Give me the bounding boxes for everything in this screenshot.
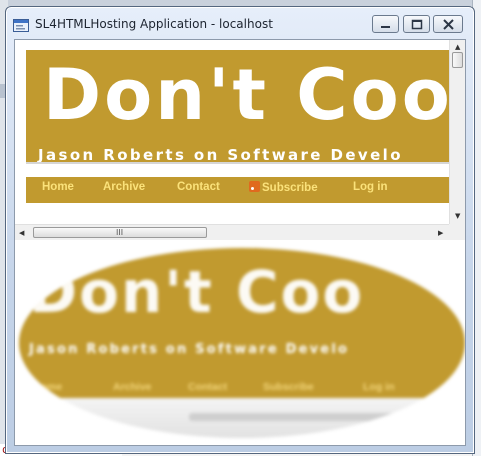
- scroll-right-icon[interactable]: ▶: [438, 229, 443, 237]
- maximize-button[interactable]: [403, 15, 430, 33]
- nav-login[interactable]: Log in: [353, 181, 388, 193]
- reflection-scrollbar: [189, 413, 399, 421]
- nav-home[interactable]: Home: [42, 181, 74, 193]
- horizontal-scroll-thumb[interactable]: III: [33, 227, 207, 238]
- reflection-title: Don't Coo: [29, 258, 365, 326]
- site-header: Don't Coo Jason Roberts on Software Deve…: [26, 50, 449, 164]
- window-client-area: Don't Coo Jason Roberts on Software Deve…: [14, 39, 466, 446]
- scroll-up-icon[interactable]: ▲: [455, 43, 460, 51]
- reflection-nav-contact: Contact: [188, 381, 228, 393]
- header-divider: [26, 162, 449, 164]
- vertical-scrollbar[interactable]: ▲ ▼: [449, 40, 465, 224]
- reflection-nav-home: Home: [33, 381, 63, 393]
- scroll-grip-icon: III: [116, 228, 124, 237]
- close-button[interactable]: [433, 15, 463, 33]
- hosted-html-browser: Don't Coo Jason Roberts on Software Deve…: [15, 40, 465, 240]
- window-title: SL4HTMLHosting Application - localhost: [35, 17, 273, 31]
- reflection-nav-archive: Archive: [113, 381, 152, 393]
- minimize-button[interactable]: [372, 15, 399, 33]
- title-bar[interactable]: SL4HTMLHosting Application - localhost: [6, 7, 474, 37]
- site-title[interactable]: Don't Coo: [43, 54, 449, 136]
- nav-subscribe-label: Subscribe: [262, 182, 318, 194]
- scroll-down-icon[interactable]: ▼: [455, 212, 460, 220]
- nav-subscribe[interactable]: Subscribe: [249, 181, 318, 194]
- scroll-corner: [449, 224, 465, 240]
- blurred-reflection: Don't Coo Jason Roberts on Software Deve…: [19, 248, 465, 438]
- site-nav: Home Archive Contact Subscribe Log in: [26, 177, 449, 203]
- reflection-nav-login: Log in: [363, 381, 395, 393]
- app-window: SL4HTMLHosting Application - localhost D…: [5, 6, 475, 454]
- vertical-scroll-thumb[interactable]: [452, 52, 463, 68]
- scroll-left-icon[interactable]: ◀: [19, 229, 24, 237]
- horizontal-scrollbar[interactable]: ◀ III ▶: [15, 224, 449, 240]
- reflection-tagline: Jason Roberts on Software Develo: [29, 342, 350, 357]
- nav-archive[interactable]: Archive: [103, 181, 145, 193]
- reflection-header: Don't Coo Jason Roberts on Software Deve…: [19, 248, 465, 398]
- app-icon: [13, 17, 29, 32]
- rss-icon: [249, 181, 260, 192]
- reflection-nav-subscribe: Subscribe: [263, 381, 314, 393]
- reflection-nav: Home Archive Contact Subscribe Log in: [19, 376, 465, 398]
- nav-contact[interactable]: Contact: [177, 181, 220, 193]
- browser-viewport: Don't Coo Jason Roberts on Software Deve…: [15, 40, 449, 224]
